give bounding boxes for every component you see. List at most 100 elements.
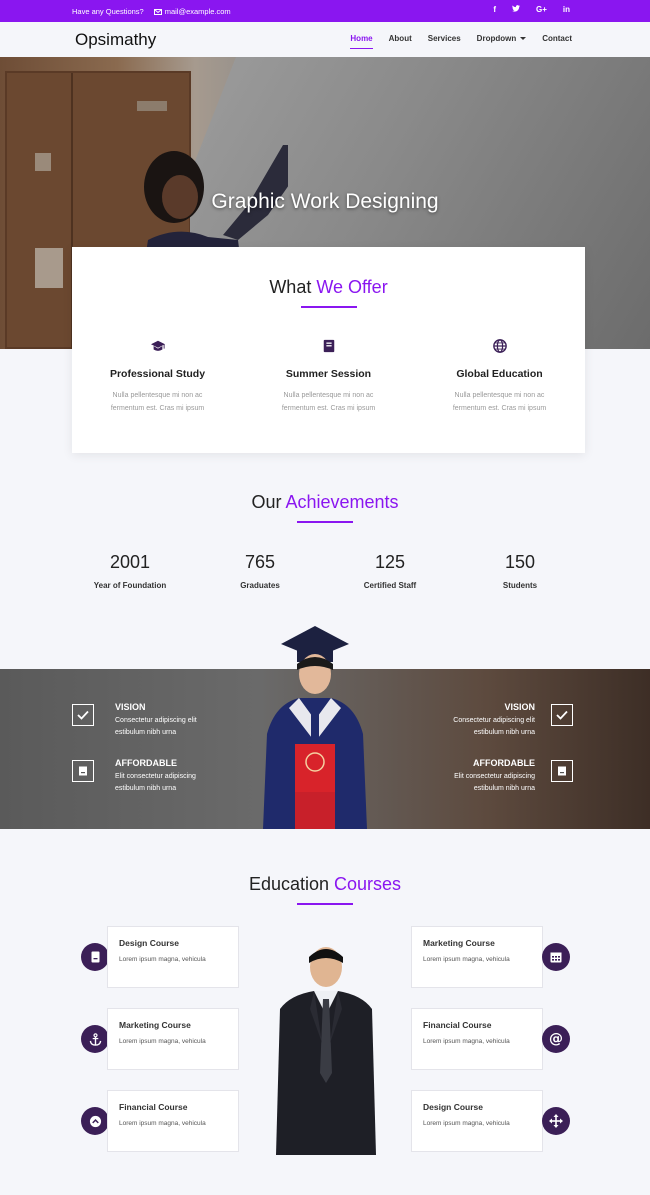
nav-home[interactable]: Home [350,34,373,49]
feature-title: Global Education [456,368,543,380]
graduation-cap-icon [150,340,165,351]
banner-item-desc-line2: estibulum nibh urna [115,729,177,736]
google-plus-icon[interactable]: G+ [536,5,547,14]
feature-desc: Nulla pellentesque mi non ac fermentum e… [452,392,547,412]
banner-item-desc-line2: estibulum nibh urna [473,729,535,736]
course-desc: Lorem ipsum magna, vehicula [119,1038,206,1045]
feature-desc: Nulla pellentesque mi non ac fermentum e… [281,392,376,412]
achievements-heading: Our Achievements [0,492,650,523]
course-card-design-left[interactable]: Design Course Lorem ipsum magna, vehicul… [107,926,239,988]
book-square-icon [551,760,573,782]
course-title: Marketing Course [423,938,495,948]
nav-dropdown[interactable]: Dropdown [477,34,527,49]
offer-title: What We Offer [72,277,585,298]
check-square-icon [551,704,573,726]
top-bar: Have any Questions? mail@example.com f G… [0,0,650,22]
check-square-icon [72,704,94,726]
envelope-icon [153,8,162,15]
stat-label: Certified Staff [363,581,417,590]
banner-item-title: AFFORDABLE [115,758,177,768]
course-card-financial-left[interactable]: Financial Course Lorem ipsum magna, vehi… [107,1090,239,1152]
email-text: mail@example.com [164,7,231,16]
navbar: Opsimathy Home About Services Dropdown C… [0,22,650,57]
banner-item-desc-line2: estibulum nibh urna [473,785,535,792]
banner-item-desc: Consectetur adipiscing elit estibulum nib… [115,715,197,739]
achievements-title-accent: Achievements [285,492,399,512]
stat-number: 150 [504,552,536,572]
banner-item-desc-line1: Elit consectetur adipiscing [115,773,196,780]
course-title: Financial Course [119,1102,188,1112]
feature-title: Summer Session [285,368,372,380]
achievements-stats: 2001 Year of Foundation 765 Graduates 12… [90,552,560,590]
stat-label: Graduates [240,581,280,590]
banner-item-title: AFFORDABLE [473,758,535,768]
courses-title-accent: Courses [334,874,402,894]
course-title: Financial Course [423,1020,492,1030]
nav-dropdown-label: Dropdown [476,34,517,43]
at-icon: @ [542,1025,570,1053]
offer-title-accent: We Offer [316,277,388,297]
course-card-design-right[interactable]: Design Course Lorem ipsum magna, vehicul… [411,1090,543,1152]
book-icon [81,943,109,971]
twitter-icon[interactable] [511,5,520,14]
graduate-student-image [263,626,367,829]
feature-global-education: Global Education Nulla pellentesque mi n… [414,339,585,415]
course-desc: Lorem ipsum magna, vehicula [119,1120,206,1127]
nav-about[interactable]: About [389,34,412,49]
course-card-marketing-right[interactable]: Marketing Course Lorem ipsum magna, vehi… [411,926,543,988]
course-card-marketing-left[interactable]: Marketing Course Lorem ipsum magna, vehi… [107,1008,239,1070]
course-desc: Lorem ipsum magna, vehicula [423,1038,510,1045]
feature-title: Professional Study [109,368,206,380]
offer-card: What We Offer Professional Study Nulla p… [72,247,585,453]
facebook-icon[interactable]: f [493,5,496,14]
email-link[interactable]: mail@example.com [153,7,231,16]
calendar-icon [542,943,570,971]
stat-foundation: 2001 Year of Foundation [90,552,170,590]
stat-label: Year of Foundation [93,581,167,590]
courses-heading: Education Courses [0,874,650,905]
offer-title-underline [300,306,357,308]
achievements-title-plain: Our [251,492,286,512]
course-card-financial-right[interactable]: Financial Course Lorem ipsum magna, vehi… [411,1008,543,1070]
stat-certified-staff: 125 Certified Staff [350,552,430,590]
stat-label: Students [502,581,538,590]
nav-contact[interactable]: Contact [542,34,572,49]
course-title: Design Course [119,938,179,948]
banner-item-desc: Elit consectetur adipiscing estibulum nib… [375,771,535,795]
contact-info: Have any Questions? mail@example.com [72,7,231,16]
achievements-underline [297,521,353,523]
feature-summer-session: Summer Session Nulla pellentesque mi non… [243,339,414,415]
book-square-icon [72,760,94,782]
hero-title: Graphic Work Designing [211,190,439,213]
social-links: f G+ in [493,5,570,14]
stat-number: 765 [244,552,276,572]
banner-item-desc: Consectetur adipiscing elit estibulum nib… [375,715,535,739]
nav-services[interactable]: Services [428,34,461,49]
course-desc: Lorem ipsum magna, vehicula [119,956,206,963]
book-icon [323,339,334,353]
anchor-icon [81,1025,109,1053]
feature-desc: Nulla pellentesque mi non ac fermentum e… [110,392,205,412]
banner-item-title: VISION [115,702,146,712]
course-desc: Lorem ipsum magna, vehicula [423,1120,510,1127]
main-menu: Home About Services Dropdown Contact [350,34,572,49]
stat-graduates: 765 Graduates [220,552,300,590]
offer-title-plain: What [269,277,317,297]
stat-students: 150 Students [480,552,560,590]
feature-professional-study: Professional Study Nulla pellentesque mi… [72,339,243,415]
globe-icon [492,339,507,353]
linkedin-icon[interactable]: in [563,5,570,14]
stat-number: 2001 [109,552,151,572]
chevron-up-circle-icon [81,1107,109,1135]
banner-item-desc-line2: estibulum nibh urna [115,785,177,792]
banner-item-desc-line1: Consectetur adipiscing elit [453,717,535,724]
offer-features: Professional Study Nulla pellentesque mi… [72,339,585,415]
brand-logo[interactable]: Opsimathy [75,30,156,50]
caret-down-icon [520,37,527,41]
courses-title-plain: Education [248,874,335,894]
courses-title: Education Courses [0,874,650,895]
achievements-title: Our Achievements [0,492,650,513]
banner-item-desc: Elit consectetur adipiscing estibulum nib… [115,771,196,795]
banner-item-title: VISION [504,702,535,712]
businessman-image [276,947,376,1155]
